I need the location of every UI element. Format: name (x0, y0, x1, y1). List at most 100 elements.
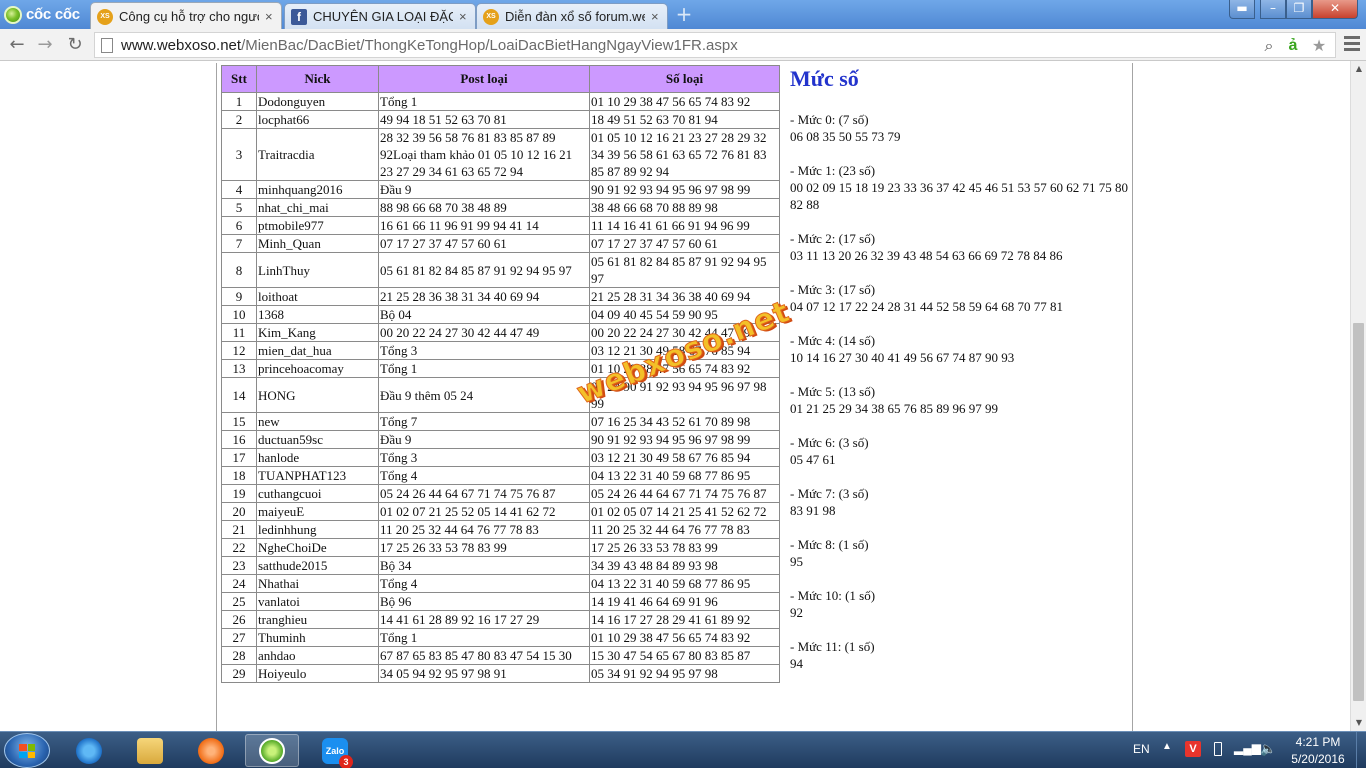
cell-post-loai: Đầu 9 (378, 430, 590, 449)
muc-label: - Mức 5: (13 số) (790, 384, 876, 399)
table-row: 21 ledinhhung 11 20 25 32 44 64 76 77 78 8… (221, 520, 780, 539)
cell-stt: 25 (221, 592, 257, 611)
table-row: 2 locphat66 49 94 18 51 52 63 70 81 18 49 5… (221, 110, 780, 129)
webxoso-favicon-icon: XS (97, 8, 113, 25)
arrow-left-icon[interactable]: ← (5, 33, 29, 57)
muc-numbers: 03 11 13 20 26 32 39 43 48 54 63 66 69 7… (790, 248, 1063, 263)
cell-stt: 26 (221, 610, 257, 629)
cell-so-loai: 11 14 16 41 61 66 91 94 96 99 (589, 216, 780, 235)
brand-name: cốc cốc (26, 6, 80, 23)
tab-chuyen-gia[interactable]: f CHUYÊN GIA LOẠI ĐẶC BI × (284, 3, 476, 29)
cell-stt: 20 (221, 502, 257, 521)
cell-post-loai: 07 17 27 37 47 57 60 61 (378, 234, 590, 253)
close-tab-icon[interactable]: × (459, 9, 469, 24)
arrow-right-icon[interactable]: → (33, 33, 57, 57)
cell-so-loai: 01 10 29 38 47 56 65 74 83 92 (589, 628, 780, 647)
internet-explorer-icon (76, 737, 102, 764)
cell-post-loai: 21 25 28 36 38 31 34 40 69 94 (378, 287, 590, 306)
coccoc-dictionary-icon[interactable]: ả (1283, 36, 1303, 56)
taskbar-ie[interactable] (62, 734, 116, 767)
cell-post-loai: Tổng 3 (378, 341, 590, 360)
cell-stt: 21 (221, 520, 257, 539)
muc-numbers: 10 14 16 27 30 40 41 49 56 67 74 87 90 9… (790, 350, 1015, 365)
table-row: 1 Dodonguyen Tổng 1 01 10 29 38 47 56 65 74… (221, 92, 780, 111)
cell-stt: 4 (221, 180, 257, 199)
muc-item: - Mức 4: (14 số) 10 14 16 27 30 40 41 49 … (790, 332, 1130, 366)
cell-so-loai: 00 20 22 24 27 30 42 44 47 49 (589, 323, 780, 342)
scroll-up-arrow-icon[interactable]: ▲ (1351, 61, 1366, 77)
close-tab-icon[interactable]: × (651, 9, 661, 24)
cell-so-loai: 04 13 22 31 40 59 68 77 86 95 (589, 574, 780, 593)
minimize-button[interactable]: – (1260, 0, 1286, 19)
facebook-favicon-icon: f (291, 8, 307, 25)
scroll-thumb[interactable] (1353, 323, 1364, 701)
cell-nick: minhquang2016 (256, 180, 379, 199)
table-body: 1 Dodonguyen Tổng 1 01 10 29 38 47 56 65 74… (221, 92, 780, 683)
muc-label: - Mức 1: (23 số) (790, 163, 876, 178)
vertical-scrollbar[interactable]: ▲ ▼ (1350, 61, 1366, 731)
cell-post-loai: Đầu 9 thêm 05 24 (378, 377, 590, 413)
input-language[interactable]: EN (1133, 742, 1150, 756)
cell-post-loai: 00 20 22 24 27 30 42 44 47 49 (378, 323, 590, 342)
notification-badge: 3 (339, 754, 353, 768)
table-row: 24 Nhathai Tổng 4 04 13 22 31 40 59 68 77 8… (221, 574, 780, 593)
network-signal-icon[interactable]: ▂▄▆ (1234, 741, 1261, 755)
close-tab-icon[interactable]: × (265, 9, 275, 24)
coccoc-brand[interactable]: cốc cốc (0, 0, 90, 29)
cell-nick: Thuminh (256, 628, 379, 647)
scroll-down-arrow-icon[interactable]: ▼ (1351, 715, 1366, 731)
cell-nick: loithoat (256, 287, 379, 306)
taskbar-explorer[interactable] (123, 734, 177, 767)
tab-cong-cu[interactable]: XS Công cụ hỗ trợ cho người × (90, 2, 282, 30)
reload-icon[interactable]: ↻ (63, 33, 87, 57)
hamburger-menu-icon[interactable] (1344, 36, 1360, 54)
clock-time[interactable]: 4:21 PM (1284, 735, 1352, 749)
close-window-button[interactable]: ✕ (1312, 0, 1358, 19)
table-row: 20 maiyeuE 01 02 07 21 25 52 05 14 41 62 7… (221, 502, 780, 521)
coccoc-browser-icon (259, 737, 285, 764)
cell-so-loai: 05 24 26 44 64 67 71 74 75 76 87 (589, 484, 780, 503)
search-icon[interactable]: ⌕ (1259, 36, 1279, 56)
cell-post-loai: 14 41 61 28 89 92 16 17 27 29 (378, 610, 590, 629)
cell-so-loai: 14 19 41 46 64 69 91 96 (589, 592, 780, 611)
cell-stt: 14 (221, 377, 257, 413)
cell-post-loai: Bộ 34 (378, 556, 590, 575)
new-tab-button[interactable]: + (674, 4, 694, 24)
volume-icon[interactable]: 🔈 (1260, 741, 1276, 757)
taskbar-coccoc[interactable] (245, 734, 299, 767)
profile-button[interactable]: ▬ (1229, 0, 1255, 19)
tab-dien-dan[interactable]: XS Diễn đàn xổ số forum.web × (476, 3, 668, 29)
cell-stt: 10 (221, 305, 257, 324)
show-desktop-button[interactable] (1356, 732, 1366, 768)
cell-post-loai: Tổng 4 (378, 574, 590, 593)
cell-so-loai: 38 48 66 68 70 88 89 98 (589, 198, 780, 217)
muc-numbers: 95 (790, 554, 803, 569)
cell-so-loai: 34 39 43 48 84 89 93 98 (589, 556, 780, 575)
start-button[interactable] (4, 733, 50, 768)
vivaldi-tray-icon[interactable]: V (1185, 741, 1201, 757)
zalo-icon: Zalo 3 (322, 737, 353, 768)
cell-nick: HONG (256, 377, 379, 413)
taskbar-media-player[interactable] (184, 734, 238, 767)
table-row: 22 NgheChoiDe 17 25 26 33 53 78 83 99 17 25… (221, 538, 780, 557)
address-bar[interactable]: www.webxoso.net /MienBac/DacBiet/ThongKe… (94, 32, 1336, 58)
restore-button[interactable]: ❐ (1286, 0, 1312, 19)
cell-so-loai: 07 16 25 34 43 52 61 70 89 98 (589, 412, 780, 431)
col-header-nick: Nick (256, 65, 379, 93)
star-icon[interactable]: ★ (1309, 36, 1329, 56)
muc-numbers: 05 47 61 (790, 452, 836, 467)
cell-so-loai: 03 12 21 30 49 58 67 76 85 94 (589, 448, 780, 467)
cell-so-loai: 05 34 91 92 94 95 97 98 (589, 664, 780, 683)
taskbar-zalo[interactable]: Zalo 3 (308, 734, 362, 768)
col-header-stt: Stt (221, 65, 257, 93)
battery-icon[interactable] (1214, 742, 1222, 756)
cell-post-loai: Tổng 1 (378, 92, 590, 111)
muc-label: - Mức 11: (1 số) (790, 639, 875, 654)
show-hidden-icons-icon[interactable]: ▲ (1162, 741, 1172, 752)
cell-stt: 1 (221, 92, 257, 111)
clock-date[interactable]: 5/20/2016 (1284, 752, 1352, 766)
muc-item: - Mức 3: (17 số) 04 07 12 17 22 24 28 31 … (790, 281, 1130, 315)
cell-stt: 29 (221, 664, 257, 683)
coccoc-logo-icon (4, 5, 22, 24)
muc-item: - Mức 0: (7 số) 06 08 35 50 55 73 79 (790, 111, 1130, 145)
